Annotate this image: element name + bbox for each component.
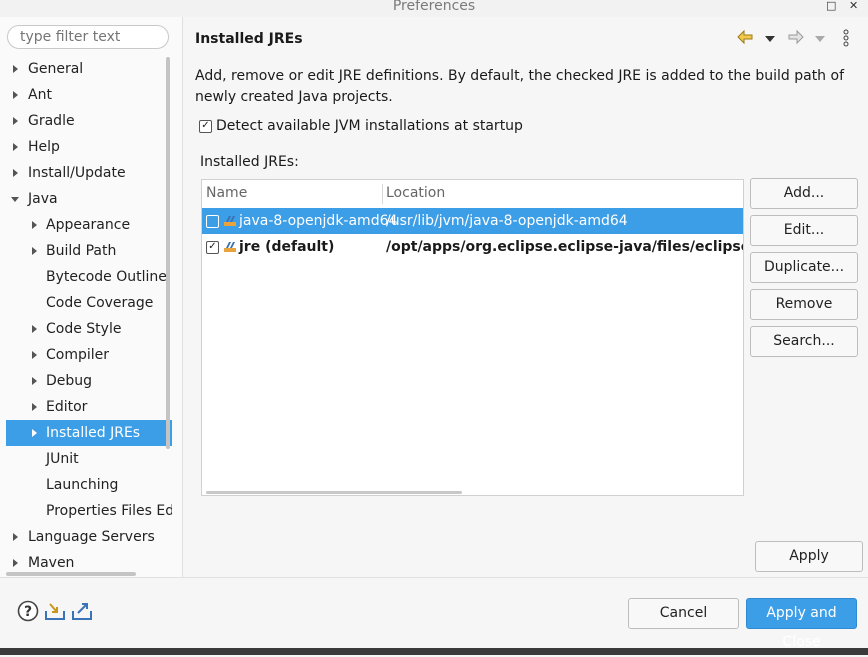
title-bar: Preferences □ ✕ (0, 0, 868, 17)
tree-item-general[interactable]: General (6, 56, 166, 82)
table-row[interactable]: java-8-openjdk-amd64 /usr/lib/jvm/java-8… (202, 208, 743, 234)
tree-item-language-servers[interactable]: Language Servers (6, 524, 166, 550)
tree-item-junit[interactable]: JUnit (6, 446, 166, 472)
window-bottom-border (0, 648, 868, 655)
jre-table: Name Location java-8-openjdk-amd64 /usr/… (201, 179, 744, 496)
expand-arrow-icon[interactable] (13, 533, 18, 541)
tree-item-help[interactable]: Help (6, 134, 166, 160)
forward-arrow-icon[interactable] (787, 29, 805, 49)
expand-arrow-icon[interactable] (13, 65, 18, 73)
tree-item-editor[interactable]: Editor (6, 394, 166, 420)
tree-item-compiler[interactable]: Compiler (6, 342, 166, 368)
import-preferences-icon[interactable] (44, 600, 66, 622)
filter-input[interactable] (7, 25, 169, 49)
back-arrow-icon[interactable] (736, 29, 754, 49)
tree-item-gradle[interactable]: Gradle (6, 108, 166, 134)
expand-arrow-icon[interactable] (32, 377, 37, 385)
expand-arrow-icon[interactable] (32, 325, 37, 333)
tree-item-properties-files-editor[interactable]: Properties Files Editor (6, 498, 172, 524)
installed-jres-label: Installed JREs: (200, 154, 299, 170)
svg-text:?: ? (24, 604, 32, 620)
expand-arrow-icon[interactable] (13, 559, 18, 567)
cancel-button[interactable]: Cancel (628, 598, 739, 629)
checkbox-checked-icon[interactable]: ✓ (199, 119, 212, 133)
preference-tree: General Ant Gradle Help Install/Update J… (6, 56, 172, 577)
remove-button[interactable]: Remove (750, 289, 858, 320)
tree-item-java[interactable]: Java (6, 186, 166, 212)
page-title: Installed JREs (195, 31, 303, 47)
table-row[interactable]: ✓ jre (default) /opt/apps/org.eclipse.ecl… (202, 234, 743, 260)
expand-arrow-icon[interactable] (32, 221, 37, 229)
table-horizontal-scrollbar[interactable] (206, 491, 462, 494)
tree-item-debug[interactable]: Debug (6, 368, 166, 394)
maximize-icon[interactable]: □ (826, 0, 836, 12)
tree-horizontal-scrollbar[interactable] (6, 572, 136, 576)
apply-and-close-button[interactable]: Apply and Close (746, 598, 857, 650)
expand-arrow-icon[interactable] (32, 247, 37, 255)
expand-arrow-icon[interactable] (13, 91, 18, 99)
window-title: Preferences (392, 0, 476, 14)
left-pane: General Ant Gradle Help Install/Update J… (0, 17, 183, 577)
jre-library-icon (224, 216, 236, 226)
close-icon[interactable]: ✕ (849, 0, 858, 12)
checkbox-unchecked-icon[interactable] (206, 214, 219, 228)
tree-item-build-path[interactable]: Build Path (6, 238, 166, 264)
detect-jvm-checkbox[interactable]: ✓ Detect available JVM installations at s… (199, 118, 523, 134)
add-button[interactable]: Add... (750, 178, 858, 209)
jre-library-icon (224, 242, 236, 252)
tree-item-bytecode-outline[interactable]: Bytecode Outline (6, 264, 167, 290)
expand-arrow-icon[interactable] (13, 169, 18, 177)
search-button[interactable]: Search... (750, 326, 858, 357)
tree-item-code-coverage[interactable]: Code Coverage (6, 290, 166, 316)
page-description: Add, remove or edit JRE definitions. By … (195, 68, 844, 105)
expand-arrow-icon[interactable] (13, 143, 18, 151)
tree-item-installed-jres[interactable]: Installed JREs (6, 420, 172, 446)
tree-item-launching[interactable]: Launching (6, 472, 166, 498)
tree-vertical-scrollbar[interactable] (166, 57, 170, 449)
checkbox-checked-icon[interactable]: ✓ (206, 240, 219, 254)
export-preferences-icon[interactable] (71, 600, 93, 622)
expand-arrow-icon[interactable] (32, 351, 37, 359)
view-menu-icon[interactable] (843, 29, 849, 51)
expand-arrow-icon[interactable] (13, 117, 18, 125)
tree-item-install-update[interactable]: Install/Update (6, 160, 166, 186)
edit-button[interactable]: Edit... (750, 215, 858, 246)
tree-item-code-style[interactable]: Code Style (6, 316, 166, 342)
tree-item-appearance[interactable]: Appearance (6, 212, 166, 238)
right-pane: Installed JREs Add, remove or edit JRE d… (183, 17, 868, 577)
apply-button[interactable]: Apply (755, 541, 863, 572)
forward-menu-dropdown-icon[interactable] (815, 32, 825, 47)
expand-arrow-icon[interactable] (32, 403, 37, 411)
back-menu-dropdown-icon[interactable] (765, 32, 775, 47)
dialog-footer: ? Cancel Apply and Close (0, 578, 868, 650)
expand-arrow-icon[interactable] (32, 429, 37, 437)
collapse-arrow-icon[interactable] (11, 197, 19, 202)
column-header-name[interactable]: Name (202, 180, 247, 206)
tree-item-ant[interactable]: Ant (6, 82, 166, 108)
duplicate-button[interactable]: Duplicate... (750, 252, 858, 283)
help-icon[interactable]: ? (17, 600, 39, 622)
column-header-location[interactable]: Location (382, 180, 445, 206)
